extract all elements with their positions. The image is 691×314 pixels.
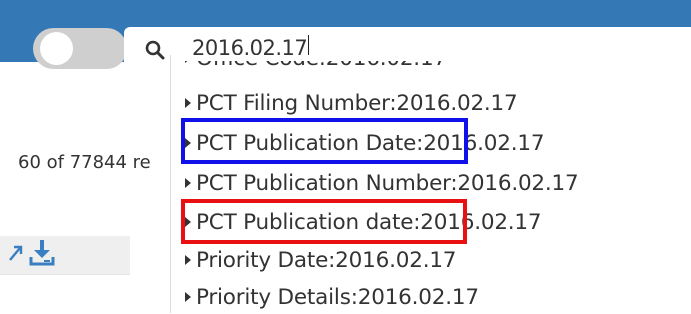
search-icon[interactable] [144,39,166,61]
dropdown-item-label: Priority Details:2016.02.17 [196,285,479,310]
left-panel-content [0,274,130,314]
expand-icon[interactable] [6,242,26,264]
triangle-right-icon [185,138,191,148]
triangle-right-icon [185,255,191,265]
triangle-right-icon [185,292,191,302]
toggle-switch[interactable] [33,28,127,69]
dropdown-item-pct-publication-date[interactable]: PCT Publication Date:2016.02.17 [185,131,545,156]
autocomplete-dropdown: Office Code:2016.02.17 PCT Filing Number… [170,55,691,313]
dropdown-item-priority-date[interactable]: Priority Date:2016.02.17 [185,248,456,273]
dropdown-item-pct-publication-date-lowercase[interactable]: PCT Publication date:2016.02.17 [185,210,542,235]
dropdown-item-label: PCT Publication date:2016.02.17 [196,210,542,235]
triangle-right-icon [185,178,191,188]
dropdown-item-office-code[interactable]: Office Code:2016.02.17 [185,55,447,71]
dropdown-item-pct-filing-number[interactable]: PCT Filing Number:2016.02.17 [185,91,518,116]
toggle-knob[interactable] [40,32,73,65]
dropdown-item-label: Office Code:2016.02.17 [196,55,447,71]
download-icon[interactable] [29,238,55,266]
triangle-right-icon [185,217,191,227]
dropdown-item-label: Priority Date:2016.02.17 [196,248,457,273]
dropdown-item-pct-publication-number[interactable]: PCT Publication Number:2016.02.17 [185,171,579,196]
triangle-right-icon [185,98,191,108]
dropdown-item-label: PCT Publication Number:2016.02.17 [196,171,579,196]
triangle-right-icon [185,61,191,63]
dropdown-item-label: PCT Publication Date:2016.02.17 [196,131,545,156]
results-count: 60 of 77844 re [18,152,151,173]
dropdown-item-label: PCT Filing Number:2016.02.17 [196,91,518,116]
dropdown-item-priority-details[interactable]: Priority Details:2016.02.17 [185,285,479,310]
